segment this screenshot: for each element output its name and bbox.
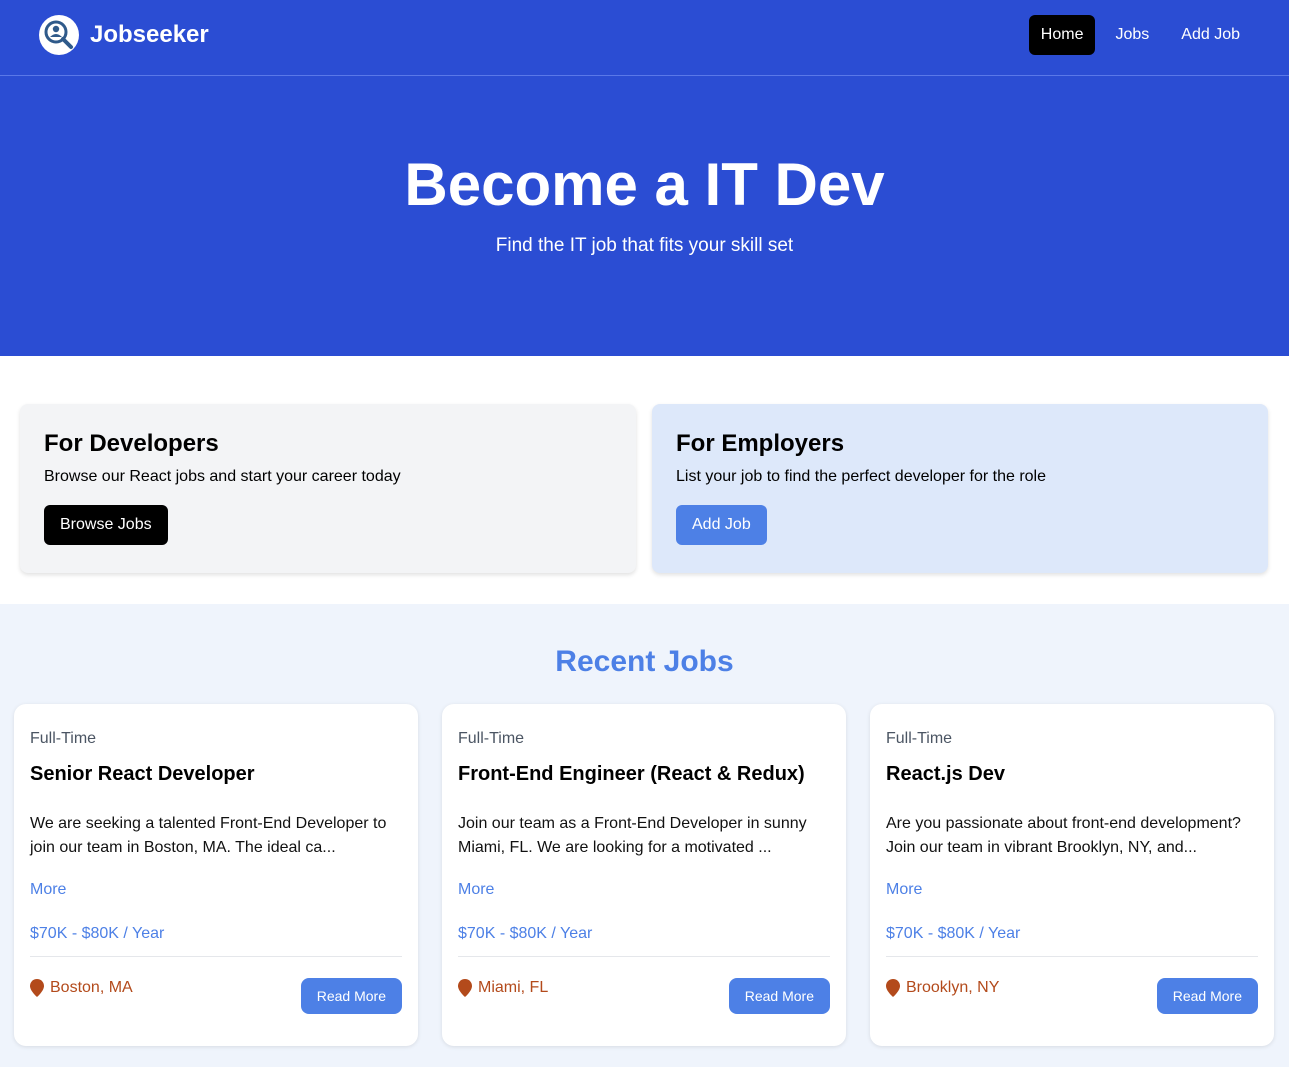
nav-jobs[interactable]: Jobs bbox=[1103, 15, 1161, 55]
search-person-icon bbox=[39, 15, 79, 55]
job-divider bbox=[886, 956, 1258, 957]
browse-jobs-button[interactable]: Browse Jobs bbox=[44, 505, 168, 545]
job-title: Front-End Engineer (React & Redux) bbox=[458, 763, 805, 785]
job-salary: $70K - $80K / Year bbox=[30, 925, 165, 942]
job-card: Full-Time React.js Dev Are you passionat… bbox=[870, 704, 1274, 1046]
job-more-toggle[interactable]: More bbox=[886, 881, 922, 899]
recent-jobs-heading: Recent Jobs bbox=[555, 645, 734, 678]
employers-heading: For Employers bbox=[676, 430, 845, 457]
employers-card: For Employers List your job to find the … bbox=[652, 404, 1268, 573]
job-location-text: Brooklyn, NY bbox=[906, 979, 1000, 996]
employers-text: List your job to find the perfect develo… bbox=[676, 468, 1046, 485]
read-more-button[interactable]: Read More bbox=[728, 978, 830, 1014]
nav-links: Home Jobs Add Job bbox=[1021, 15, 1252, 55]
job-salary: $70K - $80K / Year bbox=[886, 925, 1021, 942]
hero-title: Become a IT Dev bbox=[404, 151, 885, 218]
job-location-text: Miami, FL bbox=[478, 979, 549, 996]
hero: Become a IT Dev Find the IT job that fit… bbox=[0, 76, 1289, 356]
job-type: Full-Time bbox=[458, 730, 525, 747]
job-title: Senior React Developer bbox=[30, 763, 255, 785]
read-more-button[interactable]: Read More bbox=[1156, 978, 1258, 1014]
navbar: Jobseeker Home Jobs Add Job bbox=[0, 0, 1289, 76]
job-description: We are seeking a talented Front-End Deve… bbox=[30, 815, 387, 856]
developers-heading: For Developers bbox=[44, 430, 219, 457]
job-divider bbox=[458, 956, 830, 957]
nav-home[interactable]: Home bbox=[1028, 15, 1096, 55]
recent-jobs-section: Recent Jobs Full-Time Senior React Devel… bbox=[0, 604, 1289, 1067]
job-card: Full-Time Front-End Engineer (React & Re… bbox=[442, 704, 846, 1046]
hero-subtitle: Find the IT job that fits your skill set bbox=[495, 235, 794, 256]
job-description: Are you passionate about front-end devel… bbox=[886, 815, 1241, 856]
job-location: Miami, FL bbox=[458, 979, 548, 997]
map-pin-icon bbox=[30, 979, 44, 997]
read-more-button[interactable]: Read More bbox=[300, 978, 402, 1014]
map-pin-icon bbox=[886, 979, 900, 997]
job-more-toggle[interactable]: More bbox=[30, 881, 66, 899]
developers-card: For Developers Browse our React jobs and… bbox=[20, 404, 636, 573]
brand-name: Jobseeker bbox=[90, 21, 209, 48]
brand-link[interactable]: Jobseeker bbox=[39, 15, 209, 55]
nav-add-job[interactable]: Add Job bbox=[1169, 15, 1252, 55]
job-type: Full-Time bbox=[30, 730, 97, 747]
job-more-toggle[interactable]: More bbox=[458, 881, 494, 899]
job-salary: $70K - $80K / Year bbox=[458, 925, 593, 942]
job-location: Brooklyn, NY bbox=[886, 979, 999, 997]
job-location-text: Boston, MA bbox=[50, 979, 133, 996]
job-description: Join our team as a Front-End Developer i… bbox=[458, 815, 807, 856]
job-divider bbox=[30, 956, 402, 957]
job-card: Full-Time Senior React Developer We are … bbox=[14, 704, 418, 1046]
job-type: Full-Time bbox=[886, 730, 953, 747]
job-location: Boston, MA bbox=[30, 979, 133, 997]
developers-text: Browse our React jobs and start your car… bbox=[44, 468, 401, 485]
add-job-button[interactable]: Add Job bbox=[676, 505, 767, 545]
job-title: React.js Dev bbox=[886, 763, 1005, 785]
map-pin-icon bbox=[458, 979, 472, 997]
